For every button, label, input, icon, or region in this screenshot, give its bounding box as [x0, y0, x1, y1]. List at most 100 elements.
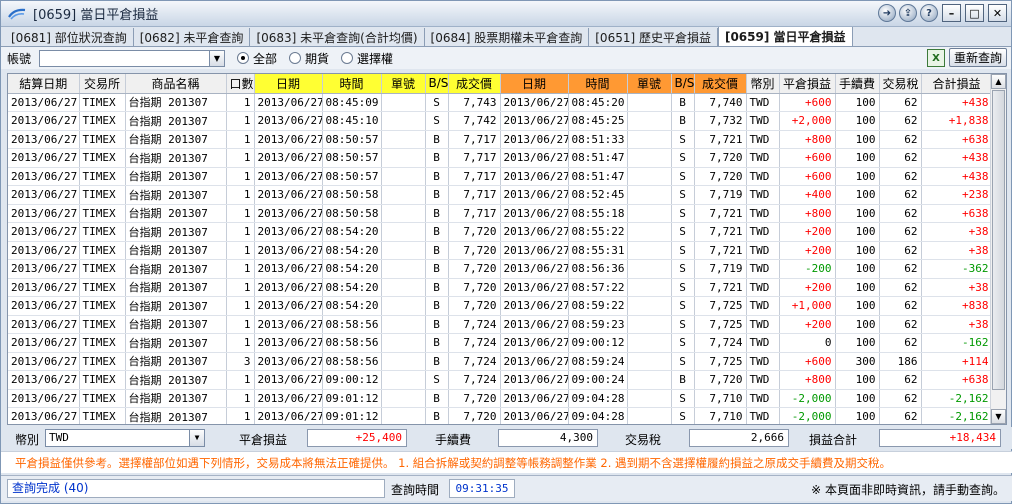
table-cell: 2013/06/27 [500, 296, 569, 316]
table-cell: 1 [226, 389, 255, 408]
status-bar: 查詢完成 (40) 查詢時間 09:31:35 ※ 本頁面非即時資訊，請手動查詢… [1, 475, 1012, 501]
excel-icon[interactable]: X [927, 49, 945, 67]
tab-0659[interactable]: [0659] 當日平倉損益 [717, 26, 853, 46]
column-header[interactable]: 幣別 [746, 74, 780, 94]
table-row[interactable]: 2013/06/27 TIMEX 台指期 201307 1 2013/06/27 08:5… [8, 241, 993, 260]
table-cell: 台指期 201307 [125, 333, 227, 353]
table-cell: 7,721 [694, 241, 747, 260]
tab-0651[interactable]: [0651] 歷史平倉損益 [589, 28, 718, 46]
column-header[interactable]: B/S [671, 74, 695, 94]
table-row[interactable]: 2013/06/27 TIMEX 台指期 201307 1 2013/06/27 09:0… [8, 370, 993, 390]
table-cell: TWD [746, 167, 780, 186]
column-header[interactable]: 結算日期 [8, 74, 80, 94]
table-cell: 09:01:12 [322, 389, 382, 408]
table-cell: 08:55:22 [568, 222, 628, 242]
table-cell: 2013/06/27 [500, 389, 569, 408]
column-header[interactable]: 單號 [381, 74, 426, 94]
minimize-button[interactable]: – [942, 4, 961, 22]
table-row[interactable]: 2013/06/27 TIMEX 台指期 201307 1 2013/06/27 08:5… [8, 259, 993, 279]
column-header[interactable]: 商品名稱 [125, 74, 227, 94]
currency-select[interactable]: TWD ▼ [45, 429, 205, 447]
account-select[interactable]: ▼ [39, 49, 225, 67]
radio-all[interactable]: 全部 [237, 50, 277, 67]
table-cell: TWD [746, 130, 780, 149]
table-cell [381, 93, 426, 112]
table-cell: 7,724 [448, 352, 501, 371]
table-row[interactable]: 2013/06/27 TIMEX 台指期 201307 1 2013/06/27 08:5… [8, 148, 993, 168]
table-cell: 7,717 [448, 185, 501, 205]
table-row[interactable]: 2013/06/27 TIMEX 台指期 201307 3 2013/06/27 08:5… [8, 352, 993, 371]
column-header[interactable]: 成交價 [448, 74, 501, 94]
table-cell: S [425, 370, 449, 390]
column-header[interactable]: 單號 [627, 74, 672, 94]
table-cell: 7,743 [448, 93, 501, 112]
table-cell: 186 [879, 352, 922, 371]
table-row[interactable]: 2013/06/27 TIMEX 台指期 201307 1 2013/06/27 08:5… [8, 222, 993, 242]
scroll-thumb[interactable] [992, 90, 1005, 390]
radio-options-dot[interactable] [341, 52, 354, 64]
table-cell: 2013/06/27 [254, 296, 323, 316]
column-header[interactable]: 手續費 [835, 74, 880, 94]
help-icon[interactable]: ? [920, 4, 938, 22]
pnl-table: 結算日期 交易所 商品名稱 口數 日期 時間 單號 B/S 成交價 日期 時間 單號 B/S 成交價 幣別平… [8, 74, 993, 424]
scroll-down-icon[interactable]: ▼ [991, 409, 1006, 424]
table-cell: B [425, 204, 449, 223]
table-row[interactable]: 2013/06/27 TIMEX 台指期 201307 1 2013/06/27 09:0… [8, 407, 993, 424]
requery-button[interactable]: 重新查詢 [949, 48, 1007, 67]
tab-0683[interactable]: [0683] 未平倉查詢(合計均價) [250, 28, 425, 46]
vertical-scrollbar[interactable]: ▲ ▼ [990, 74, 1006, 424]
table-cell: 62 [879, 278, 922, 297]
table-cell: S [671, 296, 695, 316]
table-row[interactable]: 2013/06/27 TIMEX 台指期 201307 1 2013/06/27 08:5… [8, 296, 993, 316]
radio-options[interactable]: 選擇權 [341, 50, 393, 67]
radio-all-dot[interactable] [237, 52, 249, 64]
table-cell: TWD [746, 204, 780, 223]
tab-0682[interactable]: [0682] 未平倉查詢 [134, 28, 251, 46]
column-header[interactable]: 成交價 [694, 74, 747, 94]
table-cell: 1 [226, 204, 255, 223]
table-cell: +200 [779, 222, 836, 242]
table-row[interactable]: 2013/06/27 TIMEX 台指期 201307 1 2013/06/27 08:4… [8, 111, 993, 131]
tab-0684[interactable]: [0684] 股票期權未平倉查詢 [425, 28, 590, 46]
table-cell: +200 [779, 241, 836, 260]
table-cell: 2013/06/27 [500, 333, 569, 353]
column-header[interactable]: 平倉損益 [779, 74, 836, 94]
table-cell: 7,710 [694, 407, 747, 424]
column-header[interactable]: 日期 [254, 74, 323, 94]
table-row[interactable]: 2013/06/27 TIMEX 台指期 201307 1 2013/06/27 08:5… [8, 185, 993, 205]
radio-futures-dot[interactable] [289, 52, 302, 64]
table-cell: 08:45:09 [322, 93, 382, 112]
table-cell: 1 [226, 278, 255, 297]
table-cell: 08:51:33 [568, 130, 628, 149]
table-row[interactable]: 2013/06/27 TIMEX 台指期 201307 1 2013/06/27 08:5… [8, 167, 993, 186]
radio-futures[interactable]: 期貨 [289, 50, 329, 67]
column-header[interactable]: 口數 [226, 74, 255, 94]
column-header[interactable]: 時間 [568, 74, 628, 94]
column-header[interactable]: 交易所 [79, 74, 126, 94]
forward-icon[interactable]: ➜ [878, 4, 896, 22]
maximize-button[interactable]: □ [965, 4, 984, 22]
chevron-down-icon[interactable]: ▼ [209, 50, 224, 66]
table-row[interactable]: 2013/06/27 TIMEX 台指期 201307 1 2013/06/27 08:5… [8, 278, 993, 297]
table-row[interactable]: 2013/06/27 TIMEX 台指期 201307 1 2013/06/27 08:4… [8, 93, 993, 112]
table-cell: -2,162 [921, 407, 993, 424]
chevron-down-icon[interactable]: ▼ [189, 430, 204, 446]
column-header[interactable]: 時間 [322, 74, 382, 94]
table-cell: 2013/06/27 [500, 185, 569, 205]
table-row[interactable]: 2013/06/27 TIMEX 台指期 201307 1 2013/06/27 08:5… [8, 204, 993, 223]
table-cell: 7,721 [694, 130, 747, 149]
column-header[interactable]: 交易稅 [879, 74, 922, 94]
column-header[interactable]: 日期 [500, 74, 569, 94]
export-icon[interactable]: ⇪ [899, 4, 917, 22]
table-cell: +238 [921, 185, 993, 205]
table-cell: 2013/06/27 [254, 111, 323, 131]
table-row[interactable]: 2013/06/27 TIMEX 台指期 201307 1 2013/06/27 09:0… [8, 389, 993, 408]
scroll-up-icon[interactable]: ▲ [991, 74, 1006, 89]
table-row[interactable]: 2013/06/27 TIMEX 台指期 201307 1 2013/06/27 08:5… [8, 315, 993, 334]
table-row[interactable]: 2013/06/27 TIMEX 台指期 201307 1 2013/06/27 08:5… [8, 130, 993, 149]
tab-0681[interactable]: [0681] 部位狀況查詢 [5, 28, 134, 46]
column-header[interactable]: B/S [425, 74, 449, 94]
column-header[interactable]: 合計損益 [921, 74, 993, 94]
table-row[interactable]: 2013/06/27 TIMEX 台指期 201307 1 2013/06/27 08:5… [8, 333, 993, 353]
close-button[interactable]: ✕ [988, 4, 1007, 22]
